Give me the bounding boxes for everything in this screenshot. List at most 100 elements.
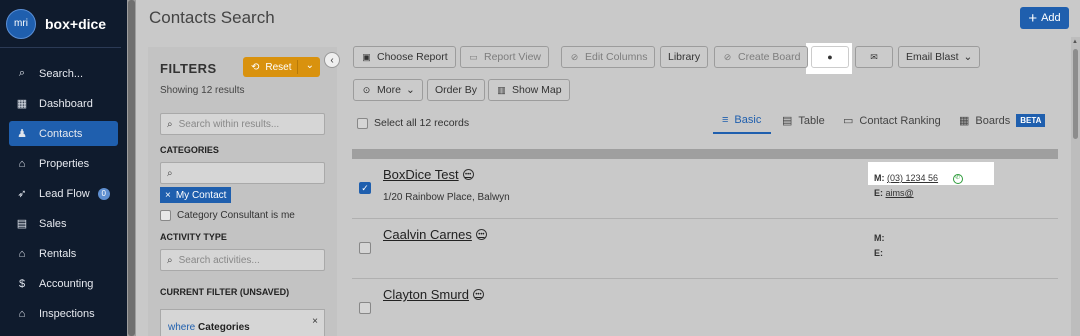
reset-button-label: Reset (265, 61, 292, 73)
categories-label: CATEGORIES (160, 145, 219, 155)
contact-name[interactable]: BoxDice Test (383, 167, 459, 182)
reset-divider (297, 60, 298, 74)
library-button[interactable]: Library (660, 46, 709, 68)
sidebar-item-label: Properties (39, 157, 90, 170)
add-button[interactable]: + Add (1020, 7, 1069, 29)
consultant-checkbox[interactable] (160, 210, 171, 221)
sidebar-item-contacts[interactable]: ♟ Contacts (9, 121, 118, 146)
sidebar-item-search[interactable]: ⌕ Search... (9, 61, 118, 86)
search-within-results-placeholder: Search within results... (178, 118, 280, 130)
add-button-label: Add (1041, 12, 1061, 24)
activity-search-input[interactable]: ⌕ Search activities... (160, 249, 325, 271)
contact-name[interactable]: Caalvin Carnes (383, 227, 472, 242)
table-row[interactable]: Caalvin Carnes ••• M: E: (352, 219, 1058, 279)
search-within-results-input[interactable]: ⌕ Search within results... (160, 113, 325, 135)
sales-icon: ▤ (16, 218, 28, 230)
results-count: Showing 12 results (160, 85, 245, 96)
sidebar: mri box+dice ⌕ Search... ▦ Dashboard ♟ C… (0, 0, 127, 336)
main-scrollbar-thumb[interactable] (1073, 49, 1078, 139)
main-scrollbar[interactable]: ▲ (1071, 37, 1080, 336)
create-board-label: Create Board (738, 51, 801, 63)
collapse-filters-button[interactable]: ‹ (324, 52, 340, 68)
sidebar-item-rentals[interactable]: ⌂ Rentals (9, 241, 118, 266)
plus-icon: + (1028, 9, 1038, 27)
tab-basic[interactable]: ≡ Basic (722, 114, 761, 126)
sidebar-scrollbar[interactable] (127, 0, 136, 336)
more-options-icon[interactable]: ••• (475, 229, 487, 240)
edit-columns-label: Edit Columns (585, 51, 648, 63)
tab-contact-ranking[interactable]: ▭ Contact Ranking (843, 114, 941, 128)
remove-chip-icon[interactable]: × (165, 190, 171, 201)
boards-icon: ▦ (959, 115, 970, 127)
more-button[interactable]: ⊙ More ⌄ (353, 79, 423, 101)
contact-name-link[interactable]: BoxDice Test ••• (383, 167, 474, 182)
page-title: Contacts Search (149, 8, 275, 27)
close-icon[interactable]: × (312, 316, 318, 327)
row-checkbox[interactable]: ✓ (359, 182, 371, 194)
dashboard-icon: ▦ (16, 98, 28, 110)
brand: mri box+dice (0, 0, 121, 48)
category-chip-label: My Contact (175, 189, 227, 201)
list-icon: ≡ (722, 114, 729, 126)
chat-bubble-icon: ● (827, 52, 833, 62)
select-all-checkbox[interactable] (357, 117, 368, 129)
contact-name-link[interactable]: Caalvin Carnes ••• (383, 227, 487, 242)
sidebar-nav: ⌕ Search... ▦ Dashboard ♟ Contacts ⌂ Pro… (0, 61, 127, 326)
sidebar-item-properties[interactable]: ⌂ Properties (9, 151, 118, 176)
current-filter-where: where (168, 322, 196, 333)
create-board-button[interactable]: ⊘ Create Board (714, 46, 809, 68)
beta-badge: BETA (1016, 114, 1046, 127)
library-label: Library (668, 51, 701, 63)
mobile-label: M: (874, 173, 885, 183)
whatsapp-icon[interactable]: ✆ (952, 173, 963, 184)
tab-basic-label: Basic (734, 114, 762, 126)
table-row[interactable]: Clayton Smurd ••• (352, 279, 1058, 336)
show-map-button[interactable]: ▥ Show Map (488, 79, 570, 101)
sidebar-item-sales[interactable]: ▤ Sales (9, 211, 118, 236)
filters-title: FILTERS (160, 61, 217, 76)
more-options-icon[interactable]: ••• (462, 169, 474, 180)
contact-name-link[interactable]: Clayton Smurd ••• (383, 287, 484, 302)
sidebar-item-dashboard[interactable]: ▦ Dashboard (9, 91, 118, 116)
filters-panel: FILTERS Showing 12 results ⟲ Reset ⌄ ⌕ S… (148, 47, 337, 336)
contact-name[interactable]: Clayton Smurd (383, 287, 469, 302)
mri-logo: mri (6, 8, 36, 39)
consultant-checkbox-label: Category Consultant is me (177, 210, 295, 221)
choose-report-button[interactable]: ▣ Choose Report (353, 46, 456, 68)
scroll-up-icon[interactable]: ▲ (1072, 39, 1078, 45)
reset-button[interactable]: ⟲ Reset ⌄ (243, 57, 320, 77)
chevron-down-icon: ⌄ (963, 51, 973, 63)
sms-button[interactable]: ● (811, 46, 849, 68)
row-checkbox[interactable] (359, 302, 371, 314)
sidebar-item-inspections[interactable]: ⌂ Inspections (9, 301, 118, 326)
email-blast-label: Email Blast (906, 51, 959, 63)
chevron-down-icon[interactable]: ⌄ (306, 60, 314, 71)
email-blast-button[interactable]: Email Blast ⌄ (898, 46, 981, 68)
contact-address: 1/20 Rainbow Place, Balwyn (383, 192, 510, 203)
select-all-row[interactable]: Select all 12 records (357, 117, 469, 129)
sidebar-item-label: Lead Flow (39, 187, 90, 200)
sidebar-item-accounting[interactable]: $ Accounting (9, 271, 118, 296)
envelope-icon: ✉ (870, 51, 878, 62)
row-checkbox[interactable] (359, 242, 371, 254)
consultant-checkbox-row[interactable]: Category Consultant is me (160, 210, 295, 221)
phone-link[interactable]: (03) 1234 56 (887, 173, 938, 183)
more-icon: ⊙ (362, 84, 371, 95)
activity-type-label: ACTIVITY TYPE (160, 232, 227, 242)
sidebar-item-label: Accounting (39, 277, 94, 290)
more-options-icon[interactable]: ••• (472, 289, 484, 300)
mobile-label: M: (874, 233, 885, 243)
email-link[interactable]: aims@ (886, 188, 914, 198)
category-chip[interactable]: × My Contact (160, 187, 232, 203)
sidebar-scrollbar-thumb[interactable] (128, 0, 135, 336)
report-view-button[interactable]: ▭ Report View (460, 46, 550, 68)
order-by-label: Order By (435, 84, 478, 96)
tab-table[interactable]: ▤ Table (782, 114, 825, 128)
tab-boards[interactable]: ▦ Boards BETA (959, 114, 1046, 127)
edit-columns-button[interactable]: ⊘ Edit Columns (561, 46, 656, 68)
sidebar-item-label: Search... (39, 67, 84, 80)
sidebar-item-lead-flow[interactable]: ➶ Lead Flow 0 (9, 181, 118, 206)
category-search-input[interactable]: ⌕ (160, 162, 325, 184)
email-button[interactable]: ✉ (855, 46, 893, 68)
order-by-button[interactable]: Order By (427, 79, 486, 101)
